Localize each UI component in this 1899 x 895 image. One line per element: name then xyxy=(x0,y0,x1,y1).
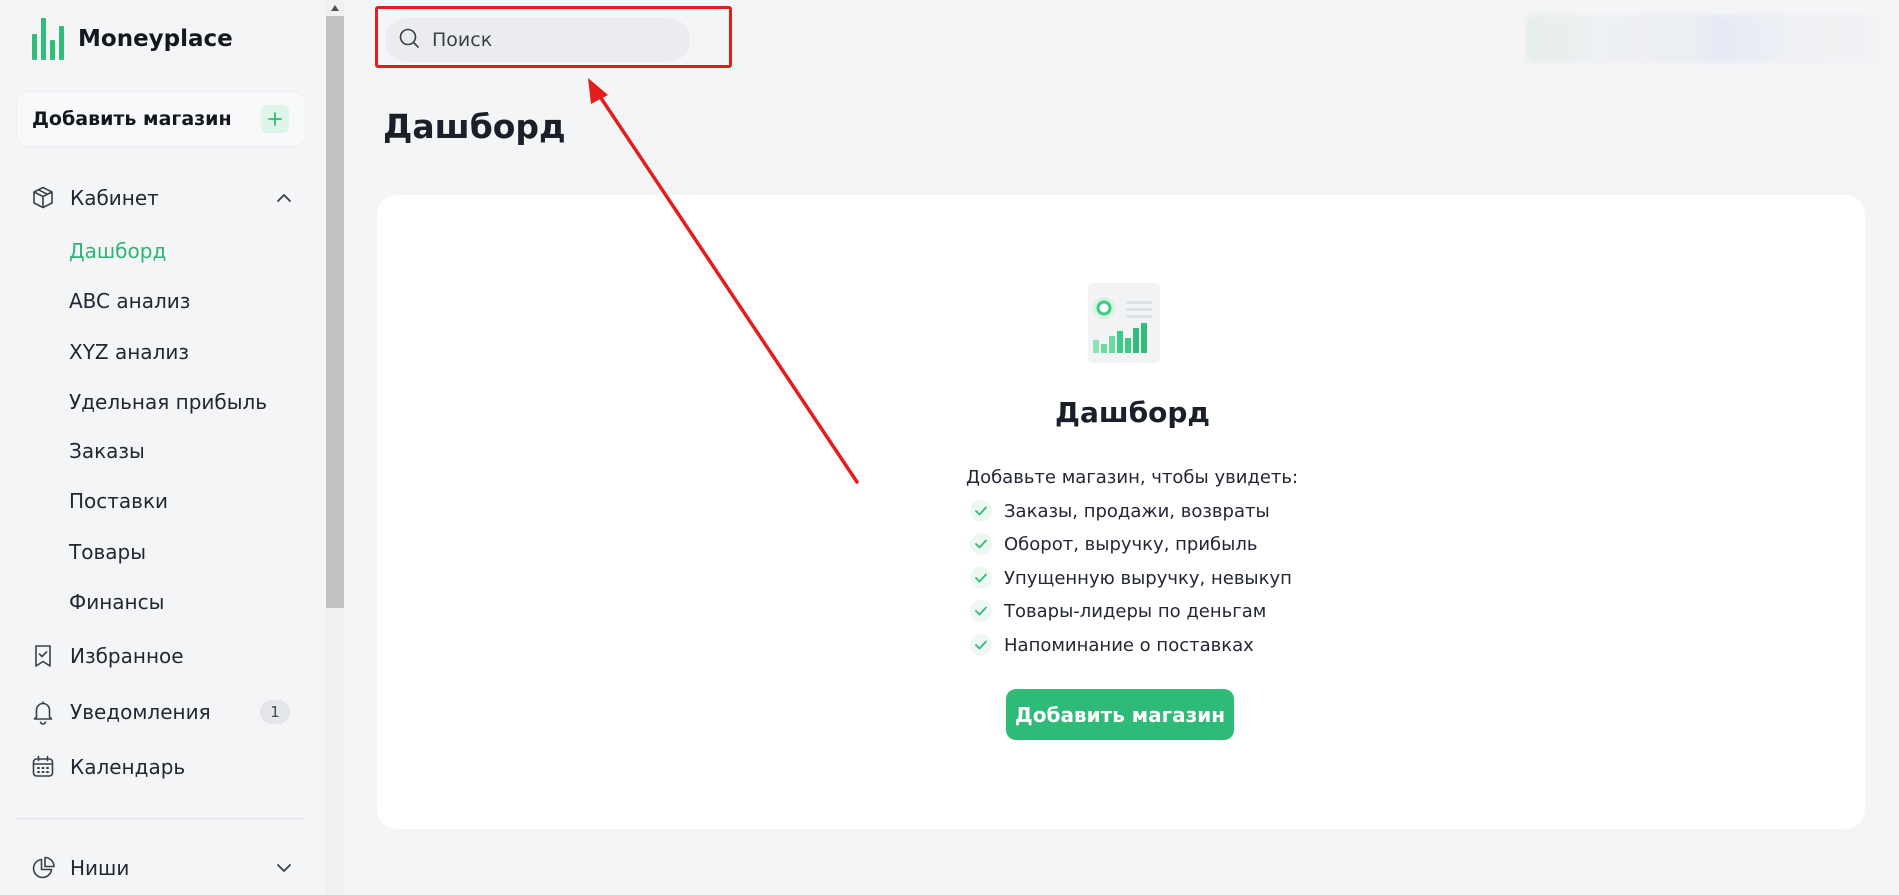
feature-item: Напоминание о поставках xyxy=(970,632,1254,658)
feature-item: Оборот, выручку, прибыль xyxy=(970,531,1257,557)
sidebar-item-products[interactable]: Товары xyxy=(69,538,146,566)
chevron-up-icon[interactable] xyxy=(274,188,294,212)
sidebar-item-supplies[interactable]: Поставки xyxy=(69,487,168,515)
chevron-down-icon[interactable] xyxy=(274,858,294,882)
pie-chart-icon xyxy=(30,855,56,881)
feature-text: Упущенную выручку, невыкуп xyxy=(1004,567,1292,589)
check-icon xyxy=(970,533,992,555)
sidebar-item-niches[interactable]: Ниши xyxy=(30,850,300,886)
card-intro-text: Добавьте магазин, чтобы увидеть: xyxy=(966,467,1299,488)
blurred-user-area xyxy=(1526,15,1878,63)
sidebar-item-notifications[interactable]: Уведомления 1 xyxy=(30,694,300,730)
sidebar-divider xyxy=(16,818,306,819)
sidebar-item-orders[interactable]: Заказы xyxy=(69,437,145,465)
bell-icon xyxy=(30,699,56,725)
sidebar-item-label: Кабинет xyxy=(70,186,159,210)
check-icon xyxy=(970,600,992,622)
bookmark-icon xyxy=(30,643,56,669)
sidebar-item-label: Уведомления xyxy=(70,700,211,724)
scroll-up-arrow-icon[interactable] xyxy=(326,0,344,16)
sidebar-item-unit-profit[interactable]: Удельная прибыль xyxy=(69,388,267,416)
check-icon xyxy=(970,634,992,656)
sidebar-item-calendar[interactable]: Календарь xyxy=(30,749,300,785)
feature-text: Оборот, выручку, прибыль xyxy=(1004,533,1258,555)
sidebar-item-finances[interactable]: Финансы xyxy=(69,588,164,616)
feature-text: Товары-лидеры по деньгам xyxy=(1004,600,1267,622)
search-icon xyxy=(398,27,420,53)
box-icon xyxy=(30,185,56,211)
feature-item: Заказы, продажи, возвраты xyxy=(970,498,1270,524)
card-title: Дашборд xyxy=(1055,396,1211,429)
sidebar-scrollbar-thumb[interactable] xyxy=(326,16,344,608)
calendar-icon xyxy=(30,754,56,780)
notification-count-badge: 1 xyxy=(260,700,290,724)
feature-item: Товары-лидеры по деньгам xyxy=(970,598,1266,624)
add-store-cta-button[interactable]: Добавить магазин xyxy=(1006,689,1234,740)
sidebar-item-cabinet[interactable]: Кабинет xyxy=(30,180,300,216)
sidebar-item-dashboard[interactable]: Дашборд xyxy=(69,237,166,265)
plus-icon xyxy=(261,105,289,133)
sidebar-item-label: Избранное xyxy=(70,644,184,668)
add-store-button[interactable]: Добавить магазин xyxy=(16,91,306,147)
page-title: Дашборд xyxy=(383,107,566,146)
feature-text: Напоминание о поставках xyxy=(1004,634,1254,656)
app-name: Moneyplace xyxy=(78,26,233,52)
logo[interactable]: Moneyplace xyxy=(32,18,233,60)
sidebar: Moneyplace Добавить магазин Кабинет Дашб… xyxy=(0,0,326,895)
feature-text: Заказы, продажи, возвраты xyxy=(1004,500,1270,522)
sidebar-item-label: Ниши xyxy=(70,856,130,880)
dashboard-chart-illustration-icon xyxy=(1088,283,1160,363)
sidebar-item-xyz-analysis[interactable]: XYZ анализ xyxy=(69,338,189,366)
sidebar-item-label: Календарь xyxy=(70,755,186,779)
feature-item: Упущенную выручку, невыкуп xyxy=(970,565,1292,591)
search-input[interactable] xyxy=(430,28,670,52)
search-field[interactable] xyxy=(385,18,690,62)
sidebar-item-favorites[interactable]: Избранное xyxy=(30,638,300,674)
check-icon xyxy=(970,500,992,522)
check-icon xyxy=(970,567,992,589)
add-store-label: Добавить магазин xyxy=(32,108,232,130)
bars-logo-icon xyxy=(32,18,64,60)
sidebar-item-abc-analysis[interactable]: ABC анализ xyxy=(69,287,190,315)
